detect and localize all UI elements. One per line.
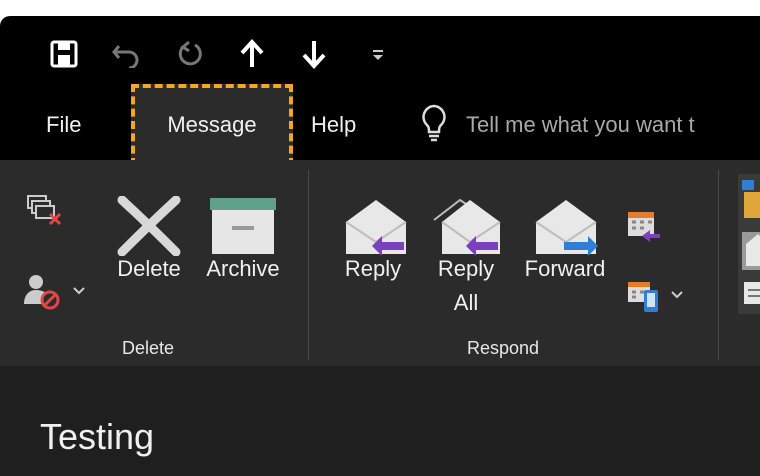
delete-group-label: Delete	[122, 338, 175, 358]
reply-all-button[interactable]: Reply All	[424, 252, 508, 320]
save-icon[interactable]	[48, 36, 80, 72]
tab-help[interactable]: Help	[311, 90, 356, 160]
meeting-reply-icon[interactable]	[626, 210, 662, 247]
tab-file[interactable]: File	[46, 90, 81, 160]
customize-toolbar-icon[interactable]	[362, 36, 394, 72]
redo-icon[interactable]	[174, 36, 206, 72]
ignore-icon[interactable]	[26, 192, 66, 233]
forward-button[interactable]: Forward	[514, 252, 616, 286]
lightbulb-icon	[420, 104, 448, 147]
im-reply-icon[interactable]	[626, 278, 662, 319]
delete-button[interactable]: Delete	[106, 252, 192, 286]
outlook-window: File Message Help Tell me what you want …	[0, 16, 760, 476]
quick-steps-gallery[interactable]	[738, 174, 760, 319]
chevron-down-icon[interactable]	[72, 284, 86, 302]
reply-button[interactable]: Reply	[334, 252, 412, 286]
group-separator	[308, 170, 309, 360]
archive-button[interactable]: Archive	[196, 252, 290, 286]
tell-me-box[interactable]: Tell me what you want t	[420, 90, 695, 160]
arrow-up-icon[interactable]	[236, 36, 268, 72]
quick-access-toolbar	[0, 16, 760, 90]
respond-group-label: Respond	[467, 338, 540, 358]
tab-message[interactable]: Message	[131, 84, 293, 166]
ribbon-tabs: File Message Help Tell me what you want …	[0, 84, 760, 166]
ribbon: Delete Archive Delete Reply Reply All Fo…	[0, 160, 760, 366]
block-sender-icon[interactable]	[22, 272, 62, 317]
tell-me-text: Tell me what you want t	[466, 112, 695, 137]
group-separator	[718, 170, 719, 360]
arrow-down-icon[interactable]	[298, 36, 330, 72]
reply-all-label-line2: All	[453, 290, 479, 315]
undo-icon[interactable]	[110, 36, 142, 72]
chevron-down-icon[interactable]	[670, 288, 684, 306]
message-subject: Testing	[40, 416, 155, 457]
reply-all-label-line1: Reply	[437, 256, 495, 281]
